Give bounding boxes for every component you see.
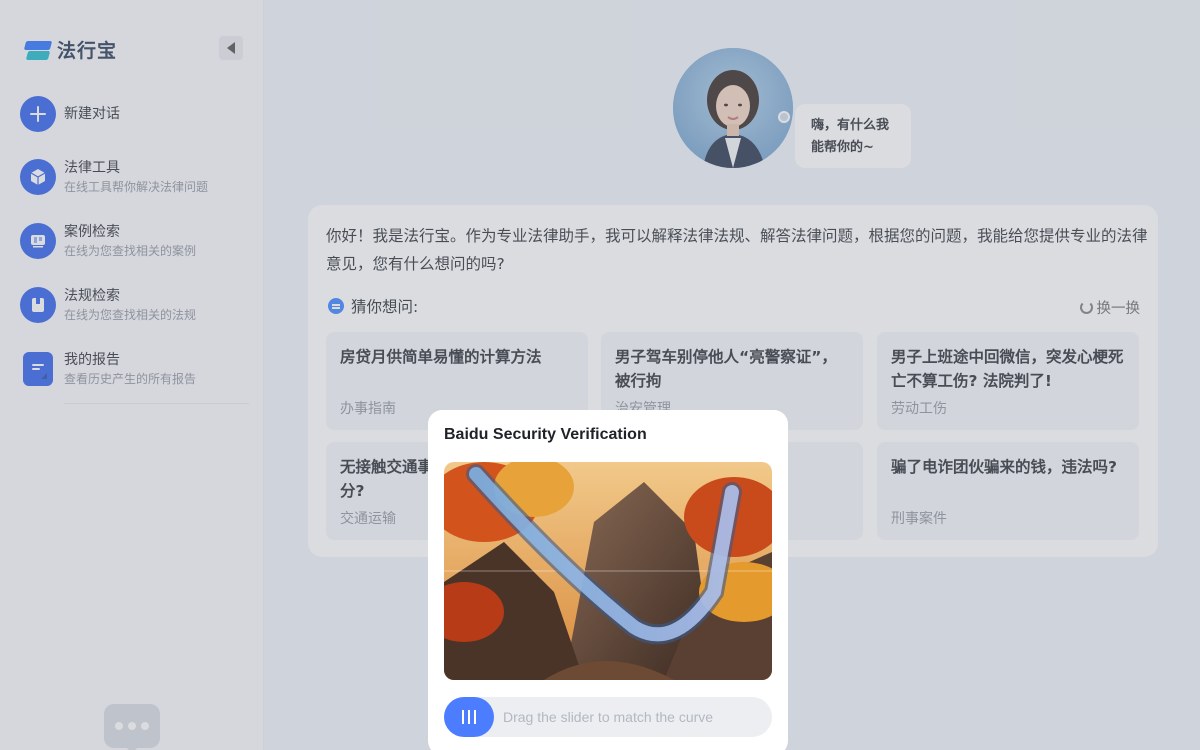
security-verification-dialog: Baidu Security Verification Drag the sli… bbox=[428, 410, 788, 750]
captcha-image bbox=[444, 462, 772, 680]
dialog-title: Baidu Security Verification bbox=[444, 426, 647, 443]
grip-icon bbox=[468, 710, 470, 724]
grip-icon bbox=[462, 710, 464, 724]
slider-handle[interactable] bbox=[444, 697, 494, 737]
verification-slider[interactable]: Drag the slider to match the curve bbox=[444, 697, 772, 737]
slider-hint: Drag the slider to match the curve bbox=[503, 709, 714, 725]
grip-icon bbox=[474, 710, 476, 724]
